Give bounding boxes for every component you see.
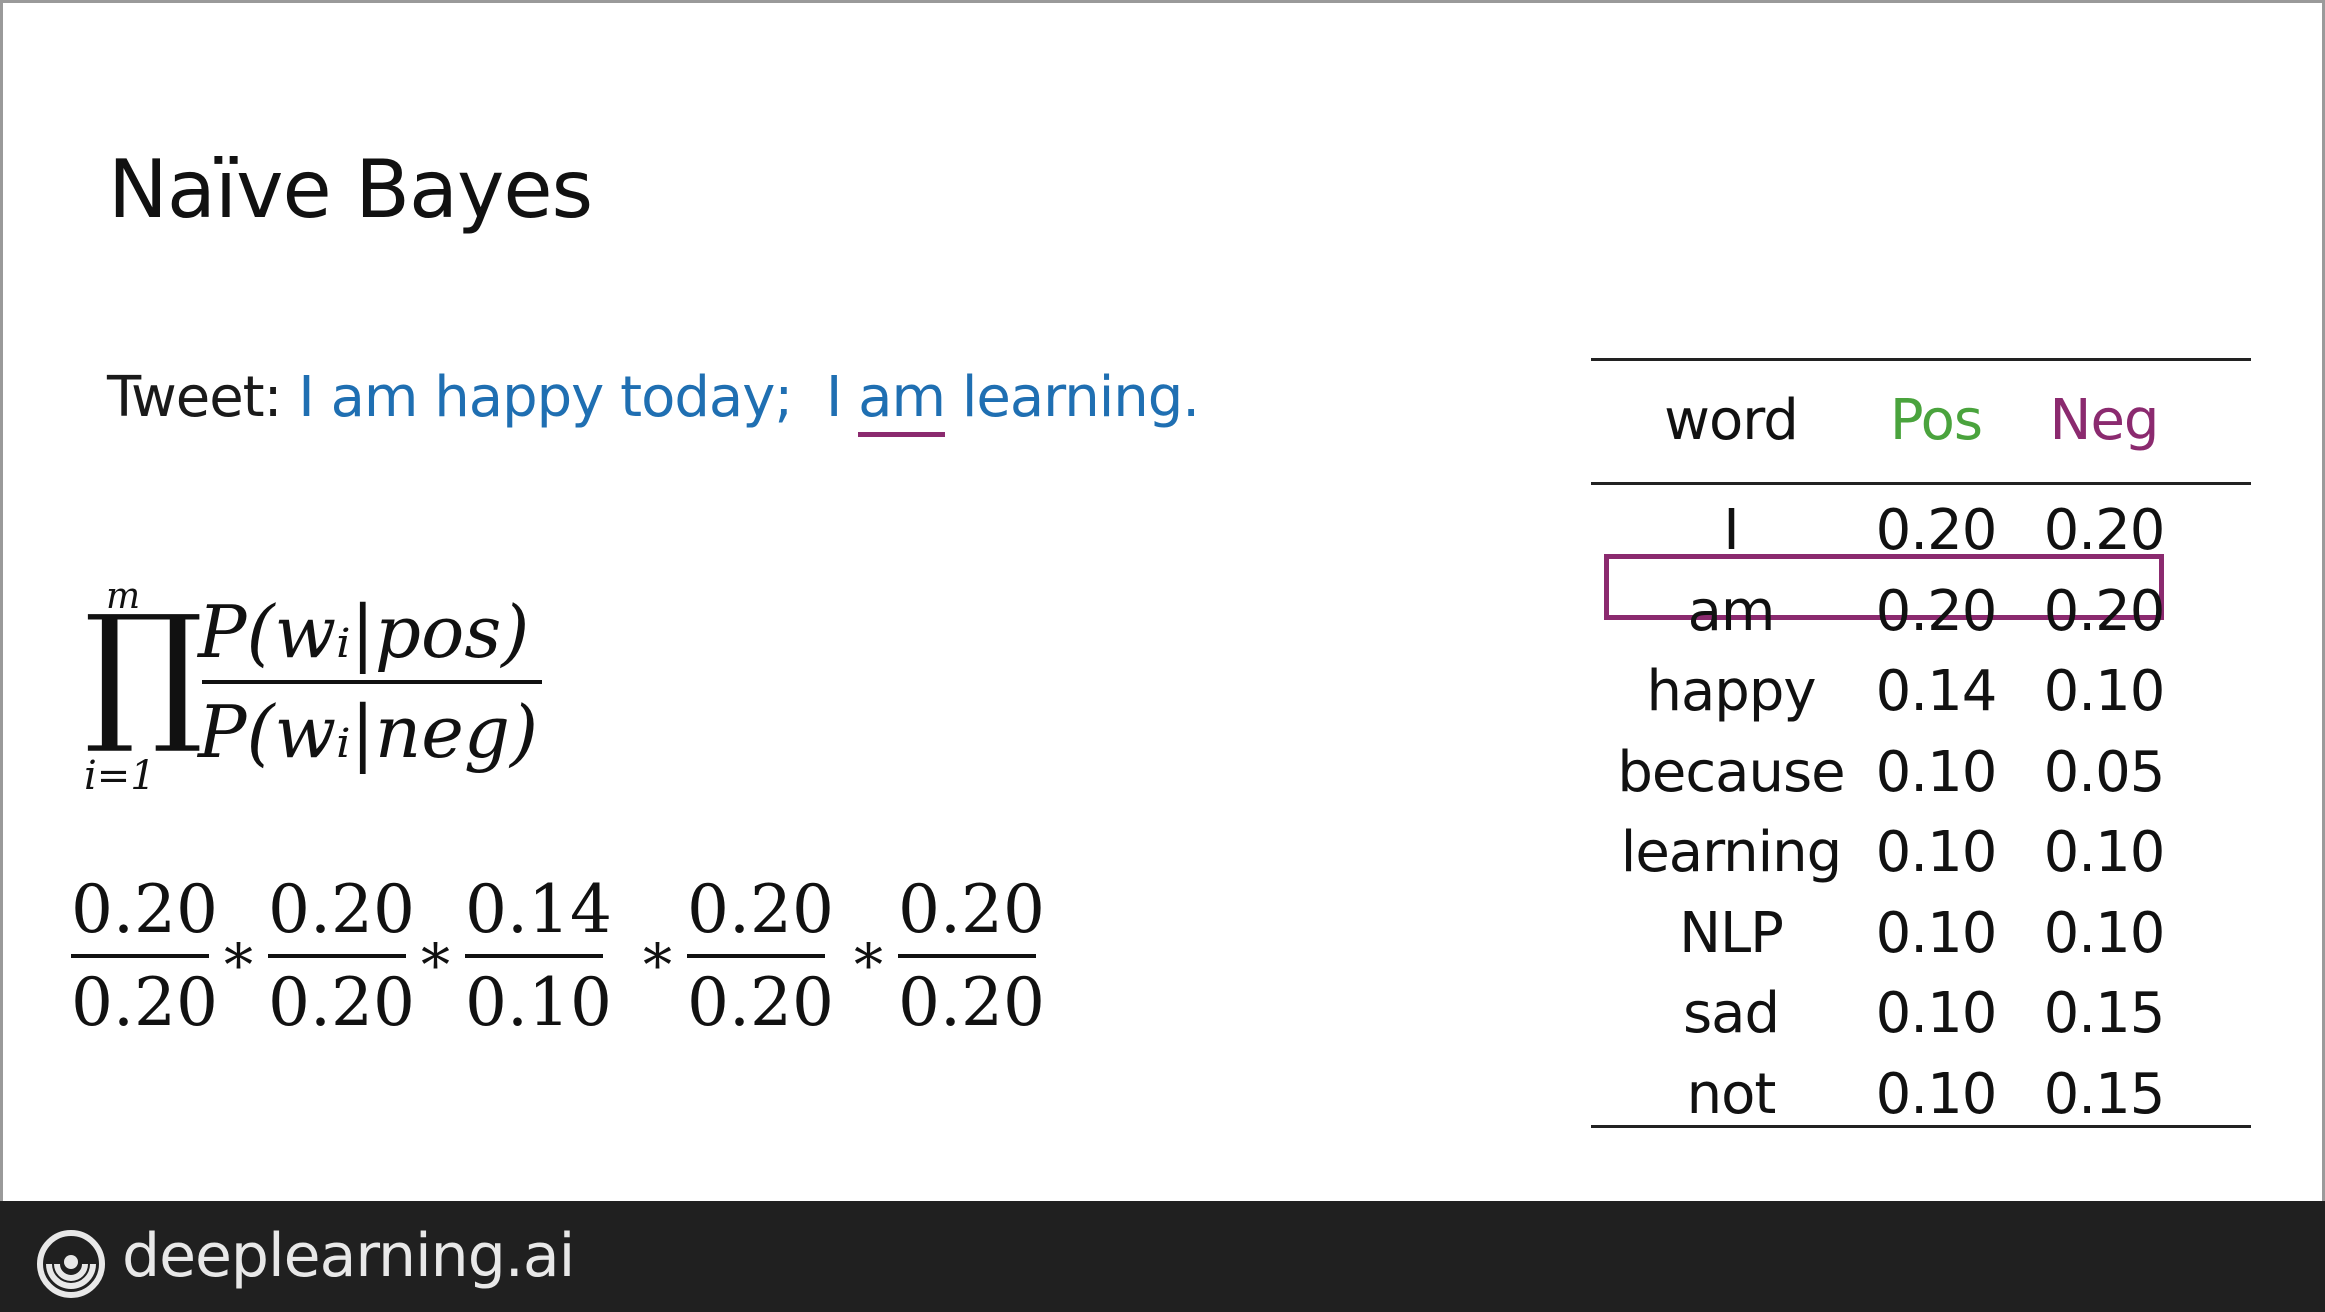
calc-numerator: 0.20 xyxy=(898,871,1045,948)
table-cell-pos: 0.10 xyxy=(1875,740,1998,805)
table-cell-pos: 0.10 xyxy=(1875,981,1998,1046)
calc-denominator: 0.20 xyxy=(71,964,218,1041)
table-cell-word: not xyxy=(1686,1062,1777,1127)
footer-bar: deeplearning.ai xyxy=(0,1201,2325,1312)
calc-fraction-bar xyxy=(268,954,406,958)
tweet-text-i: I xyxy=(825,365,842,430)
table-cell-word: learning xyxy=(1620,820,1842,885)
slide: Naïve Bayes Tweet: I am happy today; I a… xyxy=(0,0,2325,1312)
header-pos: Pos xyxy=(1889,388,1983,453)
header-neg: Neg xyxy=(2049,388,2160,453)
table-cell-neg: 0.20 xyxy=(2043,579,2166,644)
table-cell-pos: 0.20 xyxy=(1875,579,1998,644)
calc-fraction-bar xyxy=(71,954,209,958)
table-cell-word: NLP xyxy=(1679,901,1784,966)
table-top-rule xyxy=(1591,358,2251,361)
table-cell-pos: 0.10 xyxy=(1875,1062,1998,1127)
header-word: word xyxy=(1664,388,1799,453)
table-cell-word: sad xyxy=(1682,981,1780,1046)
table-cell-neg: 0.10 xyxy=(2043,901,2166,966)
calculation-row: 0.20 0.20 * 0.20 0.20 * 0.14 0.10 * 0.20… xyxy=(71,871,1071,1051)
calc-numerator: 0.20 xyxy=(687,871,834,948)
calc-fraction: 0.20 0.20 xyxy=(687,871,834,1041)
formula-fraction: P(wᵢ|pos) P(wᵢ|neg) xyxy=(198,590,618,774)
multiply-operator: * xyxy=(421,931,450,999)
formula-numerator: P(wᵢ|pos) xyxy=(198,590,530,674)
product-symbol: ∏ xyxy=(84,584,204,758)
table-cell-neg: 0.15 xyxy=(2043,981,2166,1046)
product-lower-limit: i=1 xyxy=(84,753,156,799)
slide-title: Naïve Bayes xyxy=(108,143,593,236)
calc-numerator: 0.20 xyxy=(71,871,218,948)
calc-denominator: 0.20 xyxy=(687,964,834,1041)
calc-numerator: 0.20 xyxy=(268,871,415,948)
table-cell-neg: 0.10 xyxy=(2043,659,2166,724)
multiply-operator: * xyxy=(854,931,883,999)
tweet-line: Tweet: I am happy today; I am learning. xyxy=(107,365,1200,437)
product-formula: m ∏ i=1 P(wᵢ|pos) P(wᵢ|neg) xyxy=(78,576,558,808)
table-cell-neg: 0.05 xyxy=(2043,740,2166,805)
table-cell-word: happy xyxy=(1646,659,1816,724)
calc-fraction: 0.20 0.20 xyxy=(71,871,218,1041)
calc-fraction-bar xyxy=(687,954,825,958)
table-cell-word: am xyxy=(1687,579,1776,644)
calc-denominator: 0.20 xyxy=(268,964,415,1041)
table-cell-neg: 0.15 xyxy=(2043,1062,2166,1127)
deeplearning-logo-icon xyxy=(37,1230,105,1298)
tweet-label: Tweet: xyxy=(107,365,282,430)
calc-fraction-bar xyxy=(898,954,1036,958)
table-cell-neg: 0.10 xyxy=(2043,820,2166,885)
tweet-text-rest: learning. xyxy=(961,365,1200,430)
multiply-operator: * xyxy=(643,931,672,999)
calc-fraction: 0.20 0.20 xyxy=(898,871,1045,1041)
calc-numerator: 0.14 xyxy=(465,871,612,948)
table-cell-neg: 0.20 xyxy=(2043,498,2166,563)
table-header-rule xyxy=(1591,482,2251,485)
calc-fraction-bar xyxy=(465,954,603,958)
tweet-text-part1: I am happy today; xyxy=(298,365,793,430)
table-cell-pos: 0.20 xyxy=(1875,498,1998,563)
formula-denominator: P(wᵢ|neg) xyxy=(198,690,539,774)
table-cell-pos: 0.10 xyxy=(1875,901,1998,966)
multiply-operator: * xyxy=(224,931,253,999)
tweet-highlighted-word: am xyxy=(858,365,946,437)
calc-fraction: 0.20 0.20 xyxy=(268,871,415,1041)
table-cell-pos: 0.14 xyxy=(1875,659,1998,724)
table-bottom-rule xyxy=(1591,1125,2251,1128)
table-cell-word: because xyxy=(1617,740,1845,805)
table-cell-pos: 0.10 xyxy=(1875,820,1998,885)
calc-fraction: 0.14 0.10 xyxy=(465,871,612,1041)
brand-name: deeplearning.ai xyxy=(122,1221,575,1291)
formula-fraction-bar xyxy=(202,680,542,684)
calc-denominator: 0.20 xyxy=(898,964,1045,1041)
table-cell-word: I xyxy=(1723,498,1740,563)
probability-table: word Pos Neg I 0.20 0.20 am 0.20 0.20 happy 0.1… xyxy=(1591,358,2251,1128)
calc-denominator: 0.10 xyxy=(465,964,612,1041)
